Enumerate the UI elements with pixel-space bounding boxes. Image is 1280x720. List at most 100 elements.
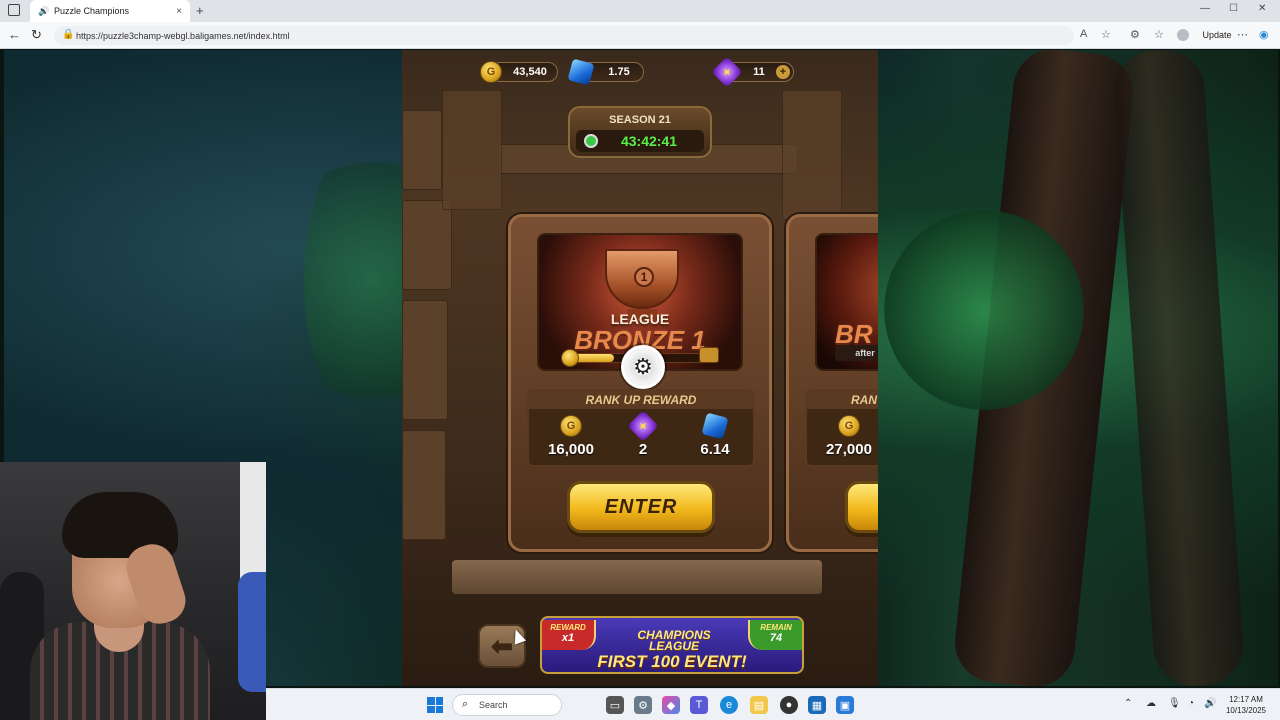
chest-icon	[699, 347, 719, 363]
settings-gear-icon[interactable]: ⚙	[621, 345, 665, 389]
event-remain-label: REMAIN	[760, 623, 792, 632]
league-card-bronze[interactable]: 1 LEAGUE BRONZE 1 ⚙ RANK UP REWARD G 16,…	[508, 214, 772, 552]
taskbar-clock[interactable]: 12:17 AM 10/13/2025	[1216, 694, 1276, 716]
league-artwork: BR after	[815, 233, 878, 371]
league-card-next[interactable]: BR after RAN G 27,000	[786, 214, 878, 552]
browser-tab-bar: 🔊 Puzzle Champions × + — ☐ ✕	[0, 0, 1280, 22]
progress-coin-icon	[561, 349, 579, 367]
gold-amount: 43,540	[513, 66, 547, 78]
site-info-icon[interactable]: 🔒	[62, 29, 74, 40]
volume-icon[interactable]: 🔊	[1204, 698, 1216, 709]
refresh-icon[interactable]: ↻	[31, 27, 42, 43]
event-remain-value: 74	[769, 632, 783, 644]
enter-button[interactable]	[845, 481, 878, 533]
edge-browser-icon[interactable]: e	[720, 696, 738, 714]
clock-date: 10/13/2025	[1225, 706, 1267, 715]
event-remain-tag: REMAIN 74	[748, 620, 802, 650]
season-countdown: 43:42:41	[620, 133, 678, 149]
event-champions-title: CHAMPIONS LEAGUE	[612, 629, 736, 653]
copilot-app-icon[interactable]: ◆	[662, 696, 680, 714]
minimize-button[interactable]: —	[1200, 3, 1210, 14]
more-menu-icon[interactable]: ⋯	[1237, 28, 1248, 41]
season-time-box: 43:42:41	[576, 130, 704, 152]
event-first-100: FIRST 100 EVENT!	[597, 652, 747, 671]
onedrive-icon[interactable]: ☁	[1146, 698, 1156, 709]
reward-gold-value: 27,000	[826, 441, 872, 458]
url-field[interactable]: 🔒 https://puzzle3champ-webgl.baligames.n…	[54, 26, 1074, 45]
trophy-icon: 1	[605, 249, 679, 309]
event-reward-value: x1	[561, 632, 575, 644]
windows-taskbar: ⌕ Search ▭ ⚙ ◆ T e ▤ ● ▦ ▣ ⌃ ☁ 🎙 ◔ 🔊 12:…	[266, 688, 1280, 720]
app-icon[interactable]: ●	[780, 696, 798, 714]
purple-star-icon: ✦	[627, 410, 659, 442]
search-icon: ⌕	[462, 698, 469, 710]
gem-amount: 1.75	[608, 66, 630, 78]
wall-brick	[402, 300, 448, 420]
task-view-icon[interactable]: ▭	[606, 696, 624, 714]
champions-league-event-banner[interactable]: REWARD x1 CHAMPIONS LEAGUE REMAIN 74 FIR…	[540, 616, 804, 674]
tab-title: Puzzle Champions	[54, 6, 130, 16]
trophy-number: 1	[634, 267, 654, 287]
tree-trunk	[1111, 50, 1247, 686]
webcam-overlay	[0, 462, 266, 720]
reward-title: RANK UP REWARD	[529, 391, 753, 409]
teams-icon[interactable]: T	[690, 696, 708, 714]
calculator-icon[interactable]: ▦	[808, 696, 826, 714]
gold-coin-icon: G	[560, 415, 582, 437]
reward-gold: G 16,000	[535, 415, 607, 458]
profile-avatar[interactable]	[1177, 29, 1189, 41]
extensions-icon[interactable]: ⚙	[1130, 28, 1140, 41]
after-label: after	[835, 345, 878, 361]
game-canvas[interactable]: 43,540 G 1.75 11 ✦ + SEASON 21 43:42:41 …	[402, 50, 878, 686]
rank-up-reward-panel: RANK UP REWARD G 16,000 ✦ 2 6.14	[527, 389, 755, 467]
favorite-star-icon[interactable]: ☆	[1101, 28, 1111, 41]
reward-gold: G 27,000	[813, 415, 878, 458]
reward-star: ✦ 2	[607, 410, 679, 458]
tab-actions-icon[interactable]	[8, 4, 20, 16]
back-icon[interactable]: ←	[8, 27, 21, 42]
favorites-icon[interactable]: ☆	[1154, 28, 1164, 41]
star-amount: 11	[753, 66, 765, 78]
store-icon[interactable]: ▣	[836, 696, 854, 714]
reward-gold-value: 16,000	[548, 441, 594, 458]
address-bar-row: ← ↻ 🔒 https://puzzle3champ-webgl.baligam…	[0, 22, 1280, 49]
wall-brick	[442, 90, 502, 210]
wall-brick	[402, 110, 442, 190]
microphone-icon[interactable]: 🎙	[1168, 698, 1181, 709]
rank-up-reward-panel: RAN G 27,000	[805, 389, 878, 467]
tray-chevron-icon[interactable]: ⌃	[1124, 698, 1132, 709]
gold-coin-icon: G	[480, 61, 502, 83]
season-title: SEASON 21	[609, 114, 671, 126]
wall-brick	[782, 90, 842, 220]
reward-title: RAN	[807, 391, 878, 409]
clock-time: 12:17 AM	[1229, 695, 1263, 704]
update-button[interactable]: Update	[1198, 26, 1236, 44]
wall-brick	[402, 430, 446, 540]
url-text: https://puzzle3champ-webgl.baligames.net…	[76, 30, 290, 41]
browser-tab[interactable]: 🔊 Puzzle Champions ×	[30, 0, 190, 22]
reward-gem-value: 6.14	[700, 441, 730, 458]
blue-gem-icon	[701, 412, 729, 440]
settings-app-icon[interactable]: ⚙	[634, 696, 652, 714]
tab-close-icon[interactable]: ×	[176, 6, 182, 17]
add-stars-button[interactable]: +	[776, 65, 790, 79]
new-tab-button[interactable]: +	[196, 3, 204, 18]
season-timer-panel: SEASON 21 43:42:41	[568, 106, 712, 158]
maximize-button[interactable]: ☐	[1229, 3, 1238, 14]
file-explorer-icon[interactable]: ▤	[750, 696, 768, 714]
enter-button[interactable]: ENTER	[567, 481, 715, 533]
taskbar-search[interactable]: ⌕ Search	[452, 694, 562, 716]
event-reward-label: REWARD	[550, 623, 586, 632]
gold-coin-icon: G	[838, 415, 860, 437]
wifi-icon[interactable]: ◔	[1188, 698, 1194, 709]
copilot-icon[interactable]: ◉	[1259, 28, 1269, 41]
wall-brick	[402, 200, 452, 290]
event-champions-line2: LEAGUE	[648, 639, 699, 653]
windows-start-icon[interactable]	[427, 697, 443, 713]
reward-star-value: 2	[638, 441, 648, 458]
stone-floor	[452, 560, 822, 594]
speaker-icon: 🔊	[38, 6, 50, 16]
reward-gem: 6.14	[679, 412, 751, 458]
read-aloud-icon[interactable]: A	[1080, 28, 1087, 40]
close-window-button[interactable]: ✕	[1258, 3, 1266, 14]
